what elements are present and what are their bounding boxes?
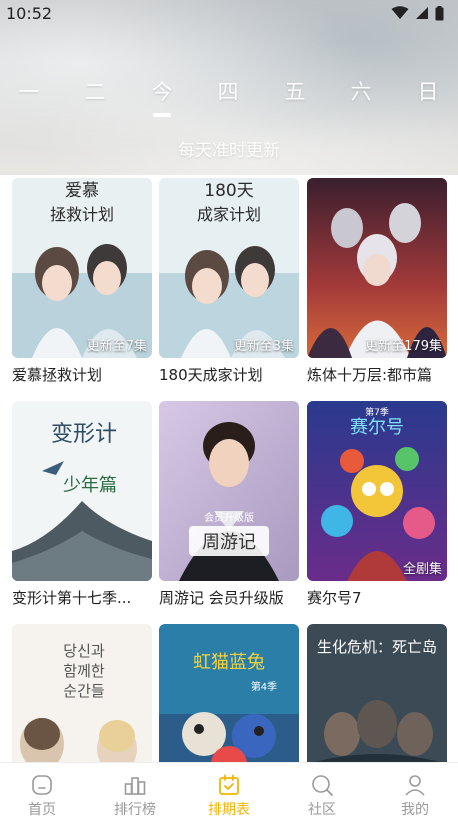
show-title: 周游记 会员升级版 — [159, 589, 284, 607]
nav-home-label: 首页 — [28, 802, 56, 818]
show-card[interactable]: 更新至179集 炼体十万层:都市篇 — [307, 178, 447, 385]
show-title: 赛尔号7 — [307, 589, 362, 607]
show-cover[interactable]: 爱慕 拯救计划 更新至7集 — [12, 178, 152, 358]
cover-title-text: 180天 — [204, 181, 253, 201]
home-icon — [32, 775, 52, 795]
cover-title-text: 당신과 — [63, 642, 105, 660]
day-tab-thu[interactable]: 四 — [208, 76, 248, 108]
show-cover[interactable]: 180天 成家计划 更新至3集 — [159, 178, 299, 358]
cover-label-text: 会员升级版 — [204, 511, 254, 524]
cover-subtitle-text: 第7季 — [365, 406, 389, 418]
cover-title-text: 赛尔号 — [350, 417, 404, 438]
day-tab-fri[interactable]: 五 — [275, 76, 315, 108]
day-tab-sun[interactable]: 日 — [408, 76, 448, 108]
nav-schedule[interactable]: 排期表 — [194, 763, 264, 820]
signal-icon — [416, 7, 428, 19]
show-title: 炼体十万层:都市篇 — [307, 366, 433, 384]
cover-subtitle-text: 拯救计划 — [50, 205, 114, 224]
day-tab-tue[interactable]: 二 — [75, 76, 115, 108]
day-tab-mon[interactable]: 一 — [9, 76, 49, 108]
cover-subtitle-text: 少年篇 — [63, 475, 117, 496]
show-cover[interactable]: 变形计 少年篇 — [12, 401, 152, 581]
nav-ranking[interactable]: 排行榜 — [100, 763, 170, 820]
nav-ranking-label: 排行榜 — [114, 802, 156, 818]
show-card[interactable]: 180天 成家计划 更新至3集 180天成家计划 — [159, 178, 299, 385]
show-title: 180天成家计划 — [159, 366, 263, 384]
day-tabs: 一 二 今 四 五 六 日 — [0, 76, 458, 117]
status-time: 10:52 — [6, 3, 53, 23]
wifi-icon — [391, 6, 409, 19]
nav-community-label: 社区 — [308, 802, 336, 818]
show-title: 爱慕拯救计划 — [12, 366, 103, 384]
episode-badge: 全剧集 — [402, 562, 442, 577]
show-cover[interactable]: 赛尔号 第7季 全剧集 — [307, 401, 447, 581]
episode-badge: 更新至3集 — [233, 339, 294, 354]
cover-subtitle-text: 第4季 — [251, 680, 277, 693]
show-card[interactable]: 会员升级版 周游记 周游记 会员升级版 — [159, 401, 299, 608]
cover-subtitle-text: 함께한 — [63, 662, 105, 680]
battery-icon — [435, 5, 444, 20]
episode-badge: 更新至179集 — [365, 339, 442, 354]
nav-profile[interactable]: 我的 — [380, 763, 450, 820]
cover-title-text: 虹猫蓝兔 — [193, 652, 265, 673]
show-card[interactable]: 爱慕 拯救计划 更新至7集 爱慕拯救计划 — [12, 178, 152, 385]
show-cover[interactable]: 更新至179集 — [307, 178, 447, 358]
day-tab-today[interactable]: 今 — [142, 76, 182, 108]
status-icons — [391, 5, 444, 21]
show-title: 变形计第十七季... — [12, 589, 132, 607]
cover-title-text: 变形计 — [51, 422, 117, 447]
nav-schedule-label: 排期表 — [208, 802, 250, 818]
ranking-icon — [124, 777, 146, 795]
profile-icon — [405, 775, 425, 796]
nav-community[interactable]: 社区 — [287, 763, 357, 820]
cover-subtitle-text: 成家计划 — [197, 205, 261, 224]
show-cover[interactable]: 会员升级版 周游记 — [159, 401, 299, 581]
cover-title-text: 爱慕 — [65, 181, 99, 201]
cover-title-text: 生化危机：死亡岛 — [317, 638, 437, 656]
episode-badge: 更新至7集 — [86, 339, 147, 354]
nav-home[interactable]: 首页 — [7, 763, 77, 820]
bottom-nav: 首页 排行榜 排期表 社区 我的 — [0, 762, 458, 820]
schedule-subtitle: 每天准时更新 — [178, 141, 280, 161]
nav-profile-label: 我的 — [401, 802, 429, 818]
cover-title-text: 周游记 — [202, 532, 256, 553]
show-card[interactable]: 赛尔号 第7季 全剧集 赛尔号7 — [307, 401, 447, 608]
calendar-icon — [219, 774, 239, 795]
show-card[interactable]: 变形计 少年篇 变形计第十七季... — [12, 401, 152, 608]
status-bar: 10:52 — [0, 0, 458, 26]
day-tab-sat[interactable]: 六 — [341, 76, 381, 108]
cover-subtitle-text: 순간들 — [63, 682, 105, 700]
selected-day-indicator — [153, 113, 171, 117]
community-icon — [312, 775, 333, 796]
